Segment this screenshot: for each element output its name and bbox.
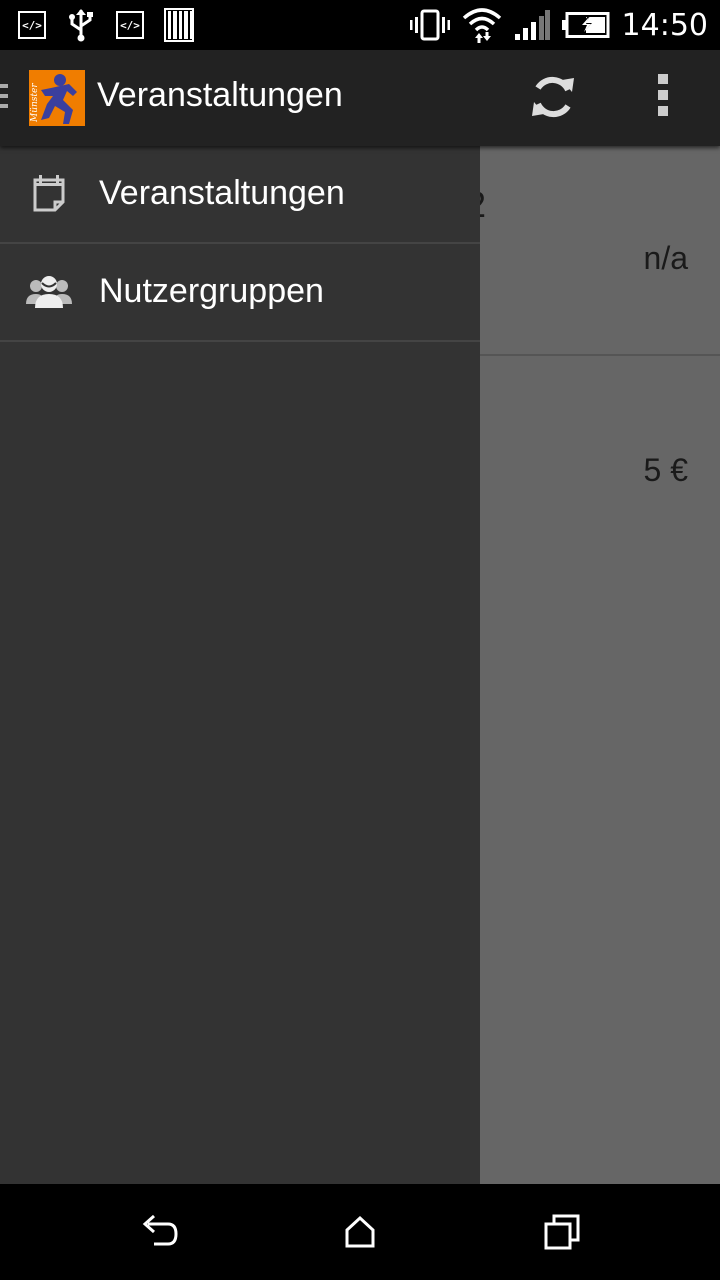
price-value: 5 € (643, 452, 688, 488)
navigation-drawer: Veranstaltungen Nutzergruppen (0, 146, 480, 1184)
code-icon: </> (116, 11, 144, 39)
drawer-item-nutzergruppen[interactable]: Nutzergruppen (0, 244, 480, 342)
price-value: n/a (643, 240, 688, 276)
back-icon[interactable] (140, 1212, 180, 1252)
usb-icon (69, 9, 93, 42)
system-icons: 14:50 (409, 6, 708, 44)
code-icon: </> (18, 11, 46, 39)
refresh-icon[interactable] (528, 72, 578, 122)
group-icon (26, 276, 72, 308)
drawer-item-veranstaltungen[interactable]: Veranstaltungen (0, 146, 480, 244)
logo-text: Münster (30, 83, 40, 123)
drawer-item-label: Veranstaltungen (99, 174, 345, 212)
signal-icon (514, 10, 550, 40)
status-bar: </> </> 14:50 (0, 0, 720, 50)
notification-icons: </> </> (18, 8, 194, 42)
clock: 14:50 (621, 7, 708, 43)
overflow-menu-icon[interactable] (643, 74, 683, 124)
calendar-icon (33, 175, 65, 212)
battery-charging-icon (561, 12, 610, 38)
home-icon[interactable] (340, 1212, 380, 1252)
barcode-icon (164, 8, 194, 42)
page-title: Veranstaltungen (97, 76, 343, 114)
app-logo[interactable]: Münster (29, 70, 85, 126)
action-bar: Münster Veranstaltungen (0, 50, 720, 146)
wifi-icon (462, 8, 501, 43)
drawer-indicator-icon[interactable] (0, 84, 8, 114)
drawer-item-label: Nutzergruppen (99, 272, 324, 310)
system-nav-bar (0, 1184, 720, 1280)
recent-apps-icon[interactable] (542, 1212, 582, 1252)
vibrate-icon (409, 9, 450, 41)
